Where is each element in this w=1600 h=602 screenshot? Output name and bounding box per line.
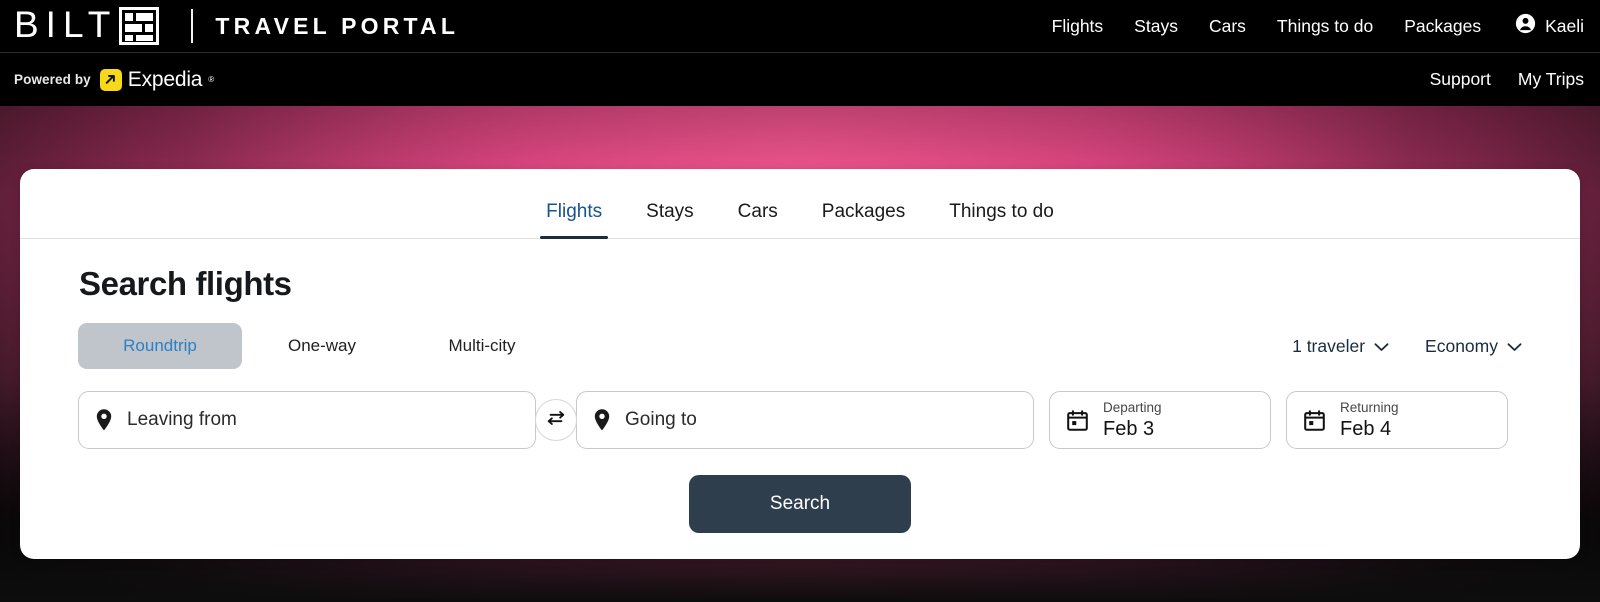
calendar-icon bbox=[1303, 409, 1326, 432]
topnav-item-packages[interactable]: Packages bbox=[1404, 16, 1481, 37]
tab-packages[interactable]: Packages bbox=[800, 193, 927, 238]
expedia-wordmark: Expedia bbox=[127, 67, 203, 91]
swap-wrapper bbox=[535, 399, 577, 441]
primary-navigation: Flights Stays Cars Things to do Packages… bbox=[1052, 13, 1584, 39]
trip-right-selectors: 1 traveler Economy bbox=[1292, 336, 1522, 357]
hero-banner: Flights Stays Cars Packages Things to do… bbox=[0, 106, 1600, 602]
account-menu[interactable]: Kaeli bbox=[1515, 13, 1584, 39]
brand-logo[interactable]: BILT TRAVEL PORTAL bbox=[14, 3, 460, 45]
search-button[interactable]: Search bbox=[689, 475, 911, 533]
cabin-class-selector[interactable]: Economy bbox=[1425, 336, 1522, 357]
powered-by-bar: Powered by Expedia ® Support My Trips bbox=[0, 52, 1600, 106]
returning-label: Returning bbox=[1340, 399, 1399, 415]
page-title: Search flights bbox=[79, 265, 292, 302]
search-tabs: Flights Stays Cars Packages Things to do bbox=[20, 169, 1580, 239]
chevron-down-icon bbox=[1374, 336, 1389, 357]
trip-type-roundtrip[interactable]: Roundtrip bbox=[78, 323, 242, 369]
expedia-logo: Expedia ® bbox=[99, 67, 215, 92]
account-name: Kaeli bbox=[1545, 15, 1584, 36]
account-circle-icon bbox=[1515, 13, 1536, 39]
tab-cars[interactable]: Cars bbox=[716, 193, 800, 238]
top-header-bar: BILT TRAVEL PORTAL Flights Stays Cars Th… bbox=[0, 0, 1600, 52]
search-button-row: Search bbox=[78, 475, 1522, 533]
returning-value: Feb 4 bbox=[1340, 418, 1392, 441]
returning-date-text: Returning Feb 4 bbox=[1340, 399, 1399, 441]
trip-type-one-way[interactable]: One-way bbox=[242, 323, 402, 369]
trip-type-multi-city[interactable]: Multi-city bbox=[402, 323, 562, 369]
expedia-arrow-icon bbox=[99, 68, 122, 91]
trip-options-row: Roundtrip One-way Multi-city 1 traveler … bbox=[78, 323, 1522, 369]
powered-by-label: Powered by bbox=[14, 72, 91, 87]
destination-field[interactable]: Going to bbox=[576, 391, 1034, 449]
travelers-selector[interactable]: 1 traveler bbox=[1292, 336, 1389, 357]
search-card: Flights Stays Cars Packages Things to do… bbox=[20, 169, 1580, 559]
origin-input[interactable]: Leaving from bbox=[127, 409, 237, 431]
search-fields-row: Leaving from Going to Departing Feb 3 Re… bbox=[78, 391, 1522, 449]
brand-name: BILT bbox=[14, 3, 118, 45]
departing-date-text: Departing Feb 3 bbox=[1103, 399, 1162, 441]
chevron-down-icon bbox=[1507, 336, 1522, 357]
tab-things-to-do[interactable]: Things to do bbox=[927, 193, 1076, 238]
departing-date-field[interactable]: Departing Feb 3 bbox=[1049, 391, 1271, 449]
departing-label: Departing bbox=[1103, 399, 1162, 415]
travelers-value: 1 traveler bbox=[1292, 335, 1366, 356]
expedia-trademark: ® bbox=[208, 75, 215, 84]
returning-date-field[interactable]: Returning Feb 4 bbox=[1286, 391, 1508, 449]
location-pin-icon bbox=[593, 408, 611, 432]
destination-input[interactable]: Going to bbox=[625, 409, 697, 431]
brand-divider bbox=[191, 9, 194, 43]
powered-by-group: Powered by Expedia ® bbox=[14, 68, 214, 92]
tab-flights[interactable]: Flights bbox=[524, 193, 624, 239]
subnav-item-support[interactable]: Support bbox=[1430, 69, 1491, 90]
topnav-item-stays[interactable]: Stays bbox=[1134, 16, 1178, 37]
brick-grid-icon bbox=[119, 7, 160, 45]
search-card-body: Search flights Roundtrip One-way Multi-c… bbox=[20, 265, 1580, 533]
topnav-item-cars[interactable]: Cars bbox=[1209, 16, 1246, 37]
tab-stays[interactable]: Stays bbox=[624, 193, 716, 238]
topnav-item-things-to-do[interactable]: Things to do bbox=[1277, 16, 1373, 37]
cabin-class-value: Economy bbox=[1425, 335, 1498, 356]
subnav-item-my-trips[interactable]: My Trips bbox=[1518, 69, 1584, 90]
swap-locations-button[interactable] bbox=[535, 399, 577, 441]
swap-horizontal-icon bbox=[545, 408, 567, 433]
calendar-icon bbox=[1066, 409, 1089, 432]
origin-field[interactable]: Leaving from bbox=[78, 391, 536, 449]
topnav-item-flights[interactable]: Flights bbox=[1052, 16, 1104, 37]
brand-subtitle: TRAVEL PORTAL bbox=[215, 12, 460, 39]
location-pin-icon bbox=[95, 408, 113, 432]
secondary-navigation: Support My Trips bbox=[1430, 69, 1584, 90]
departing-value: Feb 3 bbox=[1103, 418, 1155, 441]
